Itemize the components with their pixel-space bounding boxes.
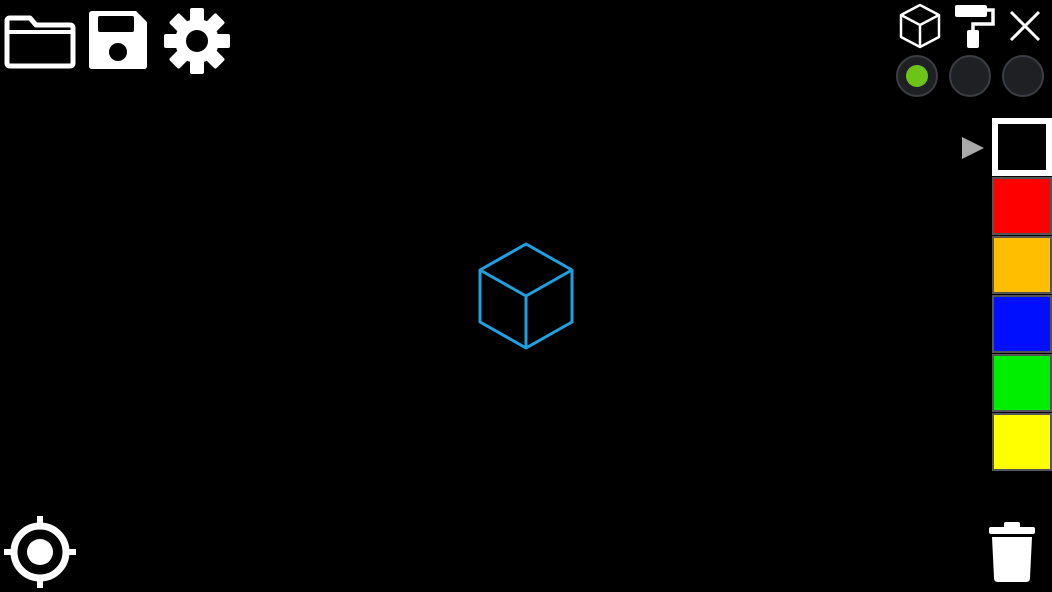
close-button[interactable] (1005, 6, 1045, 46)
close-icon (1009, 10, 1041, 42)
trash-icon (989, 522, 1035, 582)
layer-button-2[interactable] (949, 55, 991, 97)
delete-button[interactable] (986, 520, 1038, 584)
cube-mode-button[interactable] (896, 2, 944, 50)
color-swatch[interactable] (992, 236, 1052, 294)
color-swatch[interactable] (992, 413, 1052, 471)
color-swatch[interactable] (992, 295, 1052, 353)
active-layer-indicator (906, 65, 928, 87)
color-swatch[interactable] (992, 118, 1052, 176)
selected-swatch-fill (998, 124, 1046, 170)
triangle-right-icon (958, 134, 986, 162)
color-swatch[interactable] (992, 354, 1052, 412)
cube-outline (478, 242, 574, 350)
voxel-canvas[interactable] (0, 0, 1052, 592)
settings-button[interactable] (161, 5, 233, 77)
open-button[interactable] (4, 8, 76, 70)
voxel-cube[interactable] (474, 238, 578, 352)
paint-mode-button[interactable] (951, 2, 997, 50)
floppy-disk-icon (89, 11, 147, 69)
gear-icon (164, 8, 230, 74)
save-button[interactable] (86, 8, 150, 72)
color-swatch[interactable] (992, 177, 1052, 235)
cube-icon (899, 3, 941, 49)
layer-button-3[interactable] (1002, 55, 1044, 97)
folder-icon (4, 15, 76, 69)
layer-button-1[interactable] (896, 55, 938, 97)
app-screen (0, 0, 1052, 592)
crosshair-icon (4, 516, 76, 588)
paint-roller-icon (955, 5, 995, 48)
recenter-button[interactable] (2, 514, 78, 590)
cube-wireframe-icon (478, 242, 574, 350)
